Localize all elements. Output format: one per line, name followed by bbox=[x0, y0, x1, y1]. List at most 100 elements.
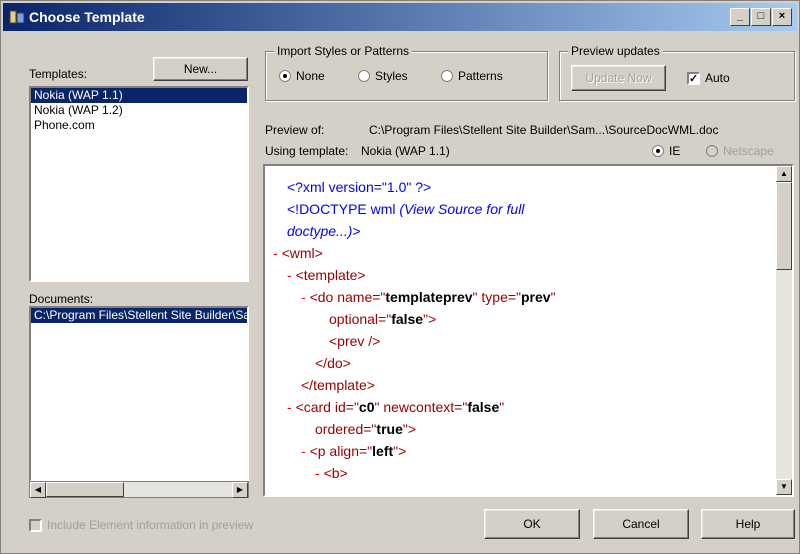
radio-netscape-indicator[interactable] bbox=[706, 145, 718, 157]
templates-label: Templates: bbox=[29, 67, 88, 81]
scroll-down-icon[interactable]: ▼ bbox=[776, 479, 792, 495]
radio-ie[interactable]: IE bbox=[652, 144, 680, 158]
xml-token: (View Source for full bbox=[399, 201, 525, 217]
xml-token: "> bbox=[402, 421, 417, 437]
xml-token: align=" bbox=[329, 443, 373, 459]
scroll-thumb[interactable] bbox=[46, 482, 124, 497]
help-button[interactable]: Help bbox=[701, 509, 795, 539]
xml-token: <b> bbox=[323, 465, 348, 481]
documents-horizontal-scrollbar[interactable]: ◀ ▶ bbox=[29, 481, 249, 498]
close-button[interactable]: × bbox=[772, 8, 792, 26]
collapse-toggle[interactable]: - bbox=[287, 399, 296, 415]
xml-token: <!DOCTYPE wml bbox=[287, 201, 400, 217]
collapse-toggle[interactable]: - bbox=[301, 443, 310, 459]
xml-source-view: <?xml version="1.0" ?> <!DOCTYPE wml (Vie… bbox=[273, 176, 556, 484]
xml-token: prev bbox=[521, 289, 551, 305]
auto-checkbox[interactable]: ✓ Auto bbox=[687, 71, 730, 85]
xml-token: optional=" bbox=[329, 311, 392, 327]
radio-none-indicator[interactable] bbox=[279, 70, 291, 82]
preview-of-path: C:\Program Files\Stellent Site Builder\S… bbox=[369, 123, 719, 137]
xml-token: " type=" bbox=[472, 289, 521, 305]
ok-button[interactable]: OK bbox=[484, 509, 580, 539]
scroll-up-icon[interactable]: ▲ bbox=[776, 166, 792, 182]
using-template-value: Nokia (WAP 1.1) bbox=[361, 144, 450, 158]
xml-line[interactable]: - <card id="c0" newcontext="false" bbox=[273, 396, 556, 418]
xml-token: false bbox=[467, 399, 500, 415]
xml-token: ordered=" bbox=[315, 421, 377, 437]
xml-token: id=" bbox=[334, 399, 359, 415]
window-title: Choose Template bbox=[29, 9, 145, 25]
xml-token: name=" bbox=[337, 289, 386, 305]
preview-of-label: Preview of: bbox=[265, 123, 325, 137]
preview-vertical-scrollbar[interactable]: ▲ ▼ bbox=[776, 166, 792, 495]
scroll-left-icon[interactable]: ◀ bbox=[30, 482, 46, 498]
xml-line: <!DOCTYPE wml (View Source for full bbox=[273, 198, 556, 220]
xml-token: " bbox=[550, 289, 556, 305]
maximize-button[interactable]: □ bbox=[751, 8, 771, 26]
xml-token: "> bbox=[393, 443, 407, 459]
radio-styles-indicator[interactable] bbox=[358, 70, 370, 82]
import-styles-group-label: Import Styles or Patterns bbox=[274, 44, 413, 58]
xml-line: doctype...)> bbox=[273, 220, 556, 242]
template-item-nokia-wap-1-1[interactable]: Nokia (WAP 1.1) bbox=[31, 88, 247, 103]
xml-token: <do bbox=[309, 289, 338, 305]
xml-line: <?xml version="1.0" ?> bbox=[273, 176, 556, 198]
xml-token: <card bbox=[295, 399, 335, 415]
xml-line: ordered="true"> bbox=[273, 418, 556, 440]
xml-line[interactable]: - <do name="templateprev" type="prev" bbox=[273, 286, 556, 308]
template-item-phone-com[interactable]: Phone.com bbox=[31, 118, 247, 133]
xml-line: <prev /> bbox=[273, 330, 556, 352]
xml-token: </template> bbox=[301, 377, 375, 393]
xml-token: c0 bbox=[358, 399, 375, 415]
radio-netscape[interactable]: Netscape bbox=[706, 144, 774, 158]
include-element-info-box[interactable] bbox=[29, 518, 42, 532]
xml-line[interactable]: - <wml> bbox=[273, 242, 556, 264]
document-item[interactable]: C:\Program Files\Stellent Site Builder\S… bbox=[31, 308, 247, 323]
xml-token: <wml> bbox=[281, 245, 323, 261]
radio-styles[interactable]: Styles bbox=[358, 69, 408, 83]
include-element-info-checkbox[interactable]: Include Element information in preview bbox=[29, 518, 253, 532]
collapse-toggle[interactable]: - bbox=[315, 465, 324, 481]
xml-token: > bbox=[352, 223, 361, 239]
preview-updates-group-label: Preview updates bbox=[568, 44, 663, 58]
collapse-toggle[interactable]: - bbox=[287, 267, 296, 283]
collapse-toggle[interactable]: - bbox=[301, 289, 310, 305]
scroll-right-icon[interactable]: ▶ bbox=[232, 482, 248, 498]
xml-token: <prev /> bbox=[329, 333, 381, 349]
title-bar[interactable]: Choose Template _ □ × bbox=[3, 3, 797, 31]
radio-patterns-indicator[interactable] bbox=[441, 70, 453, 82]
xml-token: "> bbox=[423, 311, 437, 327]
choose-template-dialog: Choose Template _ □ × Templates: New... … bbox=[0, 0, 800, 554]
minimize-button[interactable]: _ bbox=[730, 8, 750, 26]
app-icon bbox=[9, 10, 25, 24]
xml-token: <p bbox=[309, 443, 330, 459]
xml-line[interactable]: - <p align="left"> bbox=[273, 440, 556, 462]
xml-token: " bbox=[499, 399, 505, 415]
xml-token: <?xml version="1.0" ?> bbox=[287, 179, 432, 195]
vertical-scroll-thumb[interactable] bbox=[776, 182, 792, 270]
xml-line[interactable]: - <b> bbox=[273, 462, 556, 484]
xml-token: false bbox=[391, 311, 424, 327]
documents-label: Documents: bbox=[29, 292, 94, 306]
collapse-toggle[interactable]: - bbox=[273, 245, 282, 261]
new-template-button[interactable]: New... bbox=[153, 57, 248, 81]
radio-patterns[interactable]: Patterns bbox=[441, 69, 503, 83]
xml-line: </do> bbox=[273, 352, 556, 374]
update-now-button[interactable]: Update Now bbox=[571, 65, 666, 91]
preview-pane[interactable]: <?xml version="1.0" ?> <!DOCTYPE wml (Vie… bbox=[263, 164, 794, 497]
using-template-label: Using template: bbox=[265, 144, 349, 158]
xml-line[interactable]: - <template> bbox=[273, 264, 556, 286]
auto-check-icon[interactable]: ✓ bbox=[687, 71, 700, 85]
xml-line: optional="false"> bbox=[273, 308, 556, 330]
xml-token: </do> bbox=[315, 355, 351, 371]
template-item-nokia-wap-1-2[interactable]: Nokia (WAP 1.2) bbox=[31, 103, 247, 118]
cancel-button[interactable]: Cancel bbox=[593, 509, 689, 539]
xml-line: </template> bbox=[273, 374, 556, 396]
templates-list[interactable]: Nokia (WAP 1.1) Nokia (WAP 1.2) Phone.co… bbox=[29, 86, 249, 282]
xml-token: left bbox=[372, 443, 394, 459]
radio-ie-indicator[interactable] bbox=[652, 145, 664, 157]
xml-token: <template> bbox=[295, 267, 366, 283]
documents-list[interactable]: C:\Program Files\Stellent Site Builder\S… bbox=[29, 306, 249, 482]
radio-none[interactable]: None bbox=[279, 69, 325, 83]
xml-token: doctype...) bbox=[287, 223, 353, 239]
